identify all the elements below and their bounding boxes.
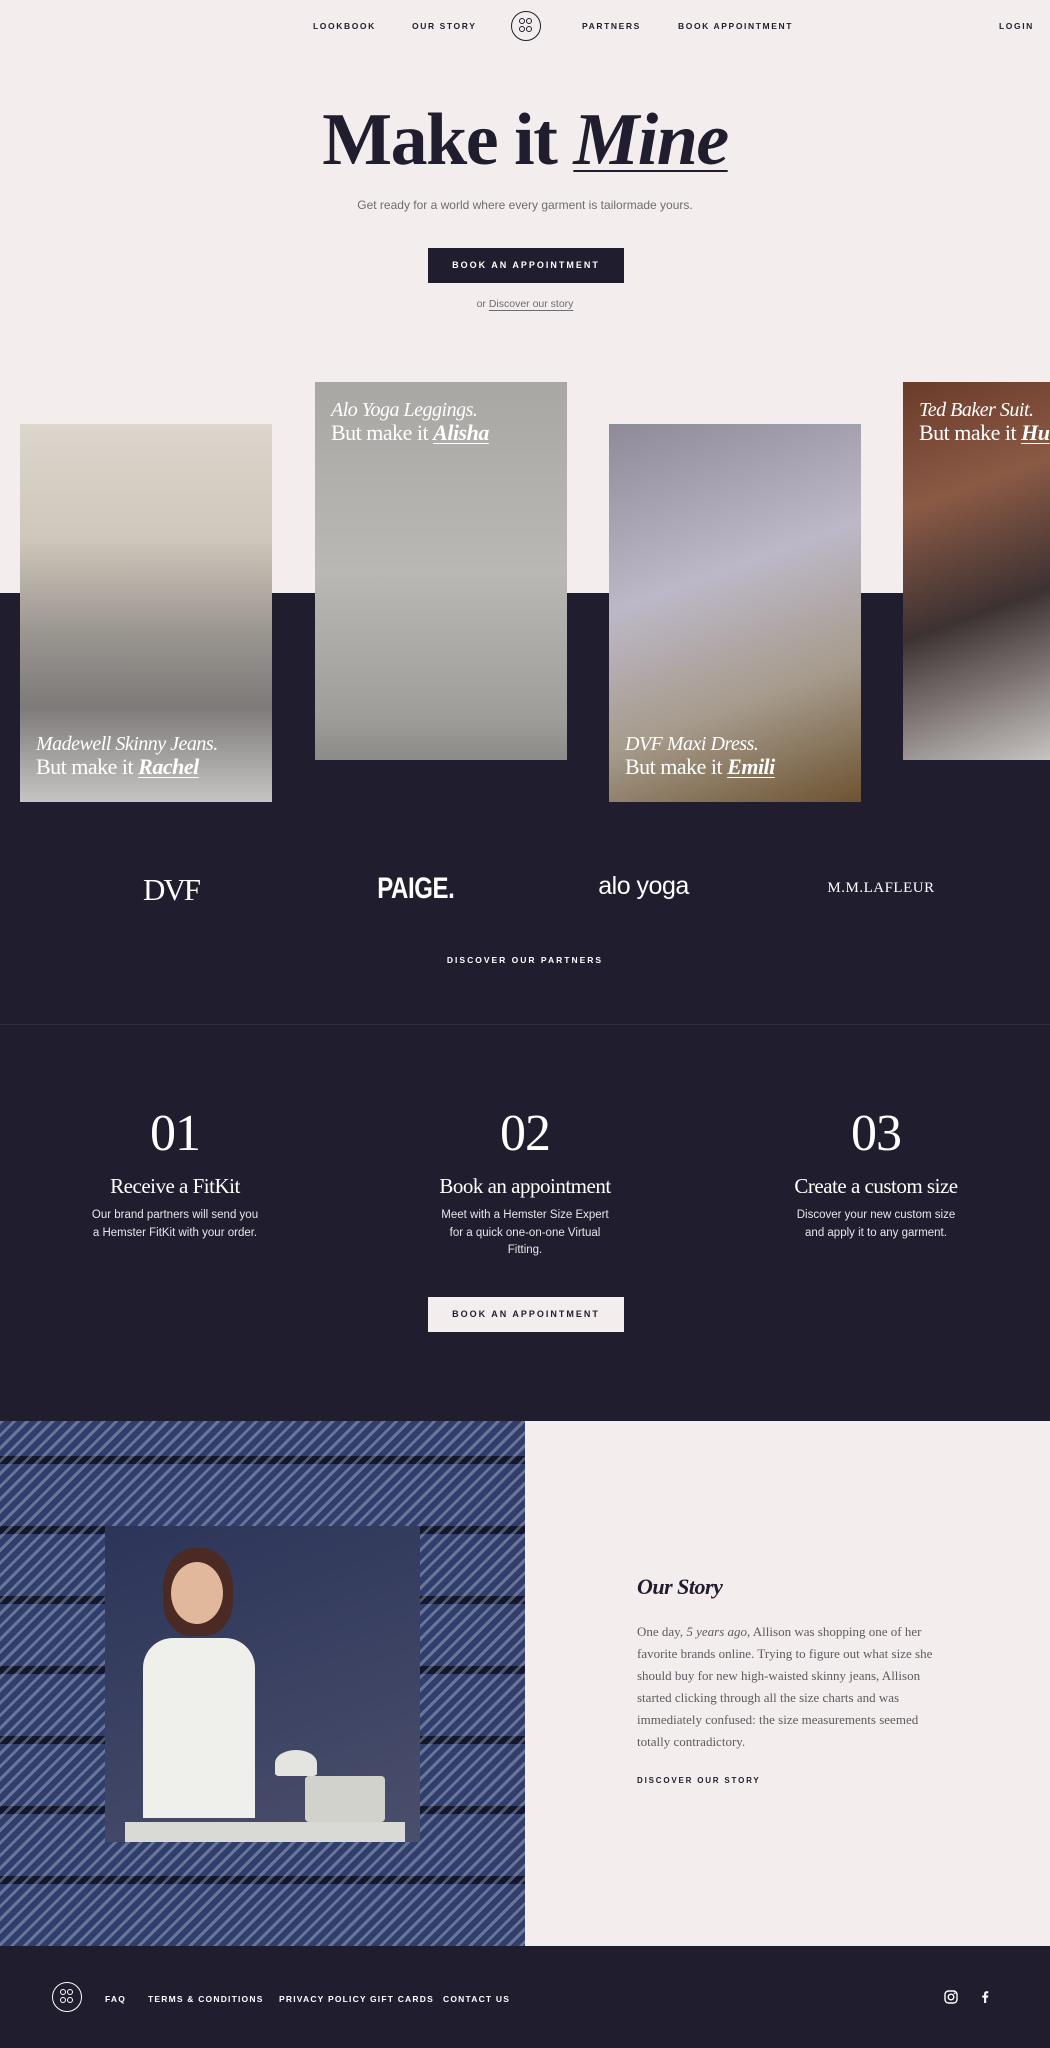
card-caption: Madewell Skinny Jeans. But make it Rache… <box>36 733 218 779</box>
discover-partners-link[interactable]: DISCOVER OUR PARTNERS <box>0 955 1050 965</box>
card-caption: Ted Baker Suit. But make it Hu <box>919 399 1050 445</box>
nav-book-appointment[interactable]: BOOK APPOINTMENT <box>678 21 793 31</box>
step-description: Meet with a Hemster Size Expert for a qu… <box>441 1209 609 1256</box>
step-description: Our brand partners will send you a Hemst… <box>91 1209 259 1239</box>
footer-terms-link[interactable]: TERMS & CONDITIONS <box>148 1994 264 2004</box>
card-make-it: But make it Hu <box>919 420 1050 445</box>
card-caption: Alo Yoga Leggings. But make it Alisha <box>331 399 489 445</box>
hero-discover-line: or Discover our story <box>0 298 1050 310</box>
discover-story-link[interactable]: Discover our story <box>489 298 574 310</box>
step-number: 02 <box>500 1105 551 1162</box>
story-text: One day, 5 years ago, Allison was shoppi… <box>637 1624 933 1749</box>
lookbook-card-dvf[interactable]: DVF Maxi Dress. But make it Emili <box>609 424 861 802</box>
card-item: Alo Yoga Leggings. <box>331 399 478 421</box>
lookbook-card-madewell[interactable]: Madewell Skinny Jeans. But make it Rache… <box>20 424 272 802</box>
step-description: Discover your new custom size and apply … <box>796 1209 956 1239</box>
discover-our-story-link[interactable]: DISCOVER OUR STORY <box>637 1776 761 1785</box>
step-2: 02 Book an appointment Meet with a Hemst… <box>425 1103 625 1260</box>
step-title: Create a custom size <box>794 1174 958 1198</box>
card-item: Ted Baker Suit. <box>919 399 1034 421</box>
footer-logo-icon[interactable] <box>52 1982 82 2012</box>
nav-lookbook[interactable]: LOOKBOOK <box>313 21 376 31</box>
partner-logo-paige[interactable]: PAIGE. <box>377 872 455 906</box>
partner-logo-mm-lafleur[interactable]: M.M.LAFLEUR <box>824 880 938 897</box>
step-number: 01 <box>150 1105 201 1162</box>
hero-title: Make it Mine <box>0 98 1050 183</box>
step-title: Receive a FitKit <box>110 1174 240 1198</box>
lookbook-card-ted-baker[interactable]: Ted Baker Suit. But make it Hu <box>903 382 1050 760</box>
hero-title-script: Mine <box>573 99 729 181</box>
card-make-it: But make it Rachel <box>36 754 199 779</box>
hero-subtitle: Get ready for a world where every garmen… <box>357 198 693 212</box>
partner-logo-dvf[interactable]: DVF <box>143 872 201 908</box>
nav-partners[interactable]: PARTNERS <box>582 21 641 31</box>
hero-title-text: Make it <box>322 99 558 181</box>
card-make-it: But make it Alisha <box>331 420 489 445</box>
step-3: 03 Create a custom size Discover your ne… <box>776 1103 976 1242</box>
partner-logo-alo-yoga[interactable]: alo yoga <box>596 872 691 901</box>
card-caption: DVF Maxi Dress. But make it Emili <box>625 733 775 779</box>
step-number: 03 <box>851 1105 902 1162</box>
card-item: DVF Maxi Dress. <box>625 733 759 755</box>
nav-our-story[interactable]: OUR STORY <box>412 21 476 31</box>
hero-or-text: or <box>476 298 486 310</box>
facebook-icon[interactable] <box>977 1989 993 2005</box>
instagram-icon[interactable] <box>943 1989 959 2005</box>
footer: FAQ TERMS & CONDITIONS PRIVACY POLICY GI… <box>0 1946 1050 2048</box>
story-title: Our Story <box>637 1574 723 1599</box>
founder-portrait-image <box>105 1526 420 1842</box>
lookbook-card-alo[interactable]: Alo Yoga Leggings. But make it Alisha <box>315 382 567 760</box>
book-appointment-button[interactable]: BOOK AN APPOINTMENT <box>428 248 624 283</box>
step-1: 01 Receive a FitKit Our brand partners w… <box>75 1103 275 1242</box>
footer-gift-cards-link[interactable]: GIFT CARDS <box>370 1994 434 2004</box>
footer-faq-link[interactable]: FAQ <box>105 1994 126 2004</box>
step-title: Book an appointment <box>439 1174 611 1198</box>
footer-contact-link[interactable]: CONTACT US <box>443 1994 510 2004</box>
steps-book-appointment-button[interactable]: BOOK AN APPOINTMENT <box>428 1297 624 1332</box>
top-nav: LOOKBOOK OUR STORY PARTNERS BOOK APPOINT… <box>0 0 1050 52</box>
hemster-logo-icon[interactable] <box>511 11 541 41</box>
footer-privacy-link[interactable]: PRIVACY POLICY <box>279 1994 367 2004</box>
card-make-it: But make it Emili <box>625 754 775 779</box>
section-divider <box>0 1024 1050 1025</box>
nav-login[interactable]: LOGIN <box>999 21 1034 31</box>
card-item: Madewell Skinny Jeans. <box>36 733 218 755</box>
